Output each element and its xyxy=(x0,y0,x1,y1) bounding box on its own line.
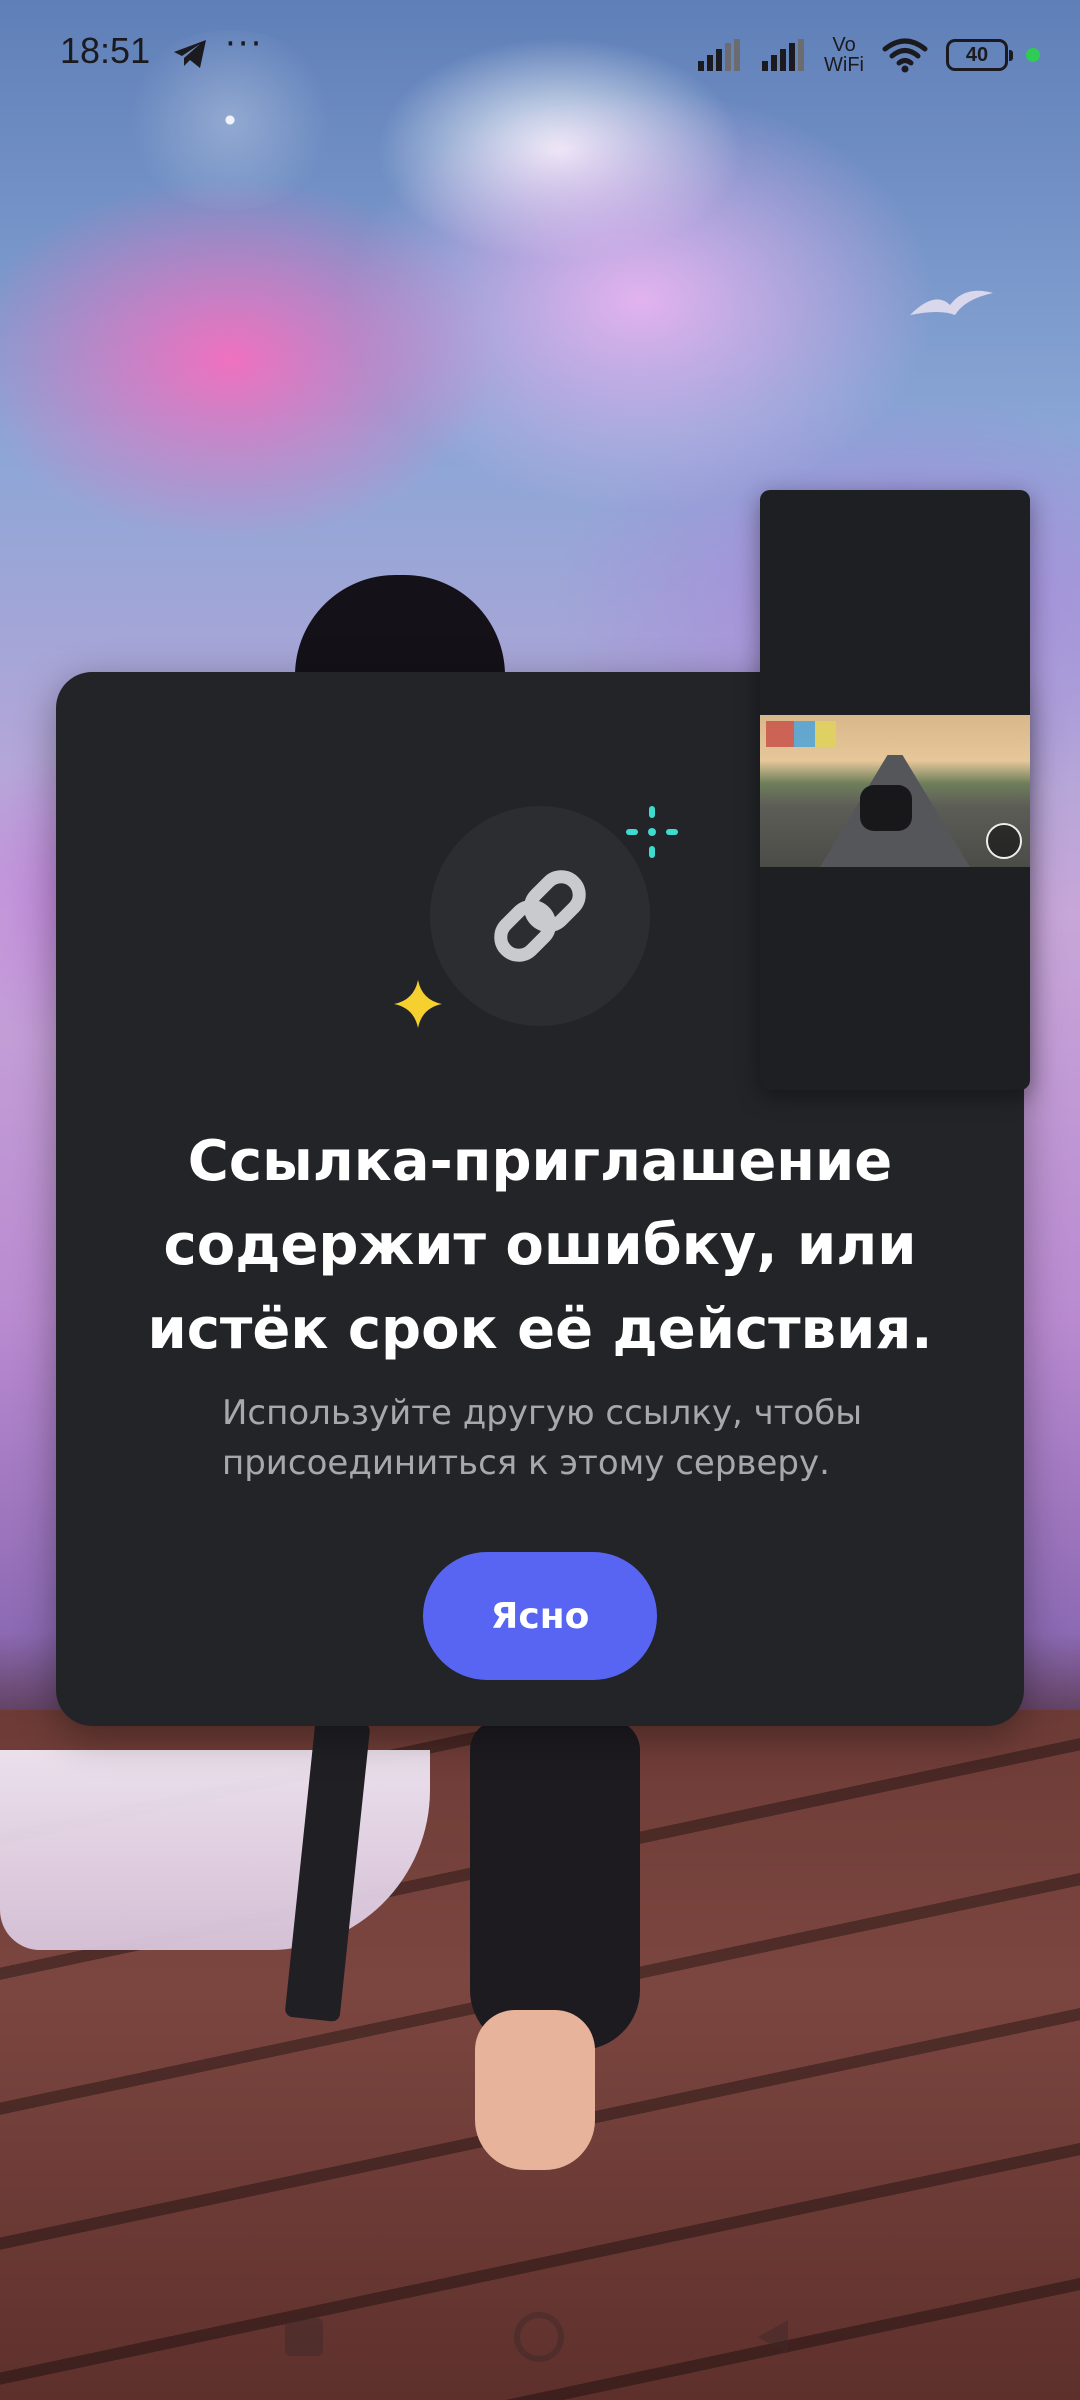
character-leg xyxy=(470,1720,640,2050)
home-button[interactable] xyxy=(514,2312,564,2362)
link-icon xyxy=(494,870,586,962)
more-dots-icon: ··· xyxy=(225,24,264,64)
recents-button[interactable] xyxy=(285,2318,323,2356)
signal-icon-sim1 xyxy=(698,39,741,71)
dialog-subtitle: Используйте другую ссылку, чтобы присоед… xyxy=(222,1393,863,1483)
teal-sparkle-icon xyxy=(626,806,678,858)
pip-speedometer xyxy=(986,823,1022,859)
telegram-icon xyxy=(174,40,206,68)
pip-game-hud xyxy=(766,721,836,747)
pip-car xyxy=(860,785,912,831)
signal-icon-sim2 xyxy=(762,39,805,71)
yellow-sparkle-icon xyxy=(394,980,442,1028)
vowifi-label: Vo WiFi xyxy=(824,34,864,76)
bird-decoration xyxy=(910,290,993,315)
wifi-icon xyxy=(882,38,928,73)
pip-video-frame[interactable] xyxy=(760,715,1030,867)
status-indicators: Vo WiFi 40 xyxy=(696,30,1040,80)
back-button[interactable] xyxy=(752,2316,794,2358)
ok-button[interactable]: Ясно xyxy=(423,1552,657,1680)
status-bar: 18:51 ··· Vo WiFi 40 xyxy=(0,0,1080,110)
picture-in-picture-window[interactable] xyxy=(760,490,1030,1090)
link-icon-circle xyxy=(430,806,650,1026)
navigation-bar xyxy=(0,2290,1080,2380)
status-time: 18:51 xyxy=(60,30,151,71)
dialog-title: Ссылка-приглашение содержит ошибку, или … xyxy=(147,1129,933,1362)
character-foot xyxy=(475,2010,595,2170)
privacy-indicator-dot xyxy=(1026,48,1040,62)
battery-icon: 40 xyxy=(946,39,1013,71)
